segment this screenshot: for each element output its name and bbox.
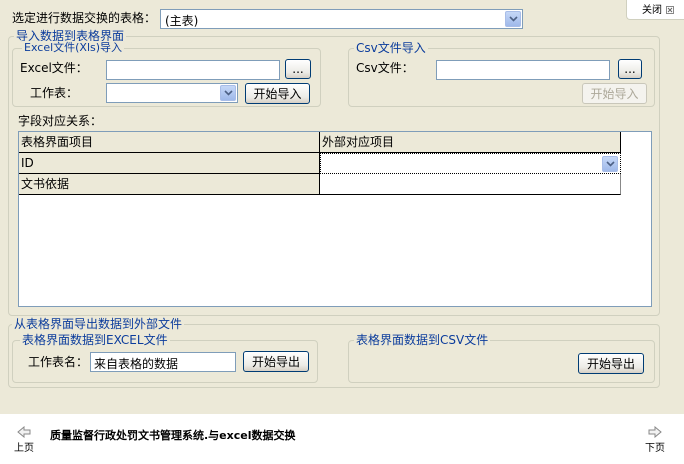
excel-sheet-label: 工作表：	[30, 86, 79, 100]
excel-file-label: Excel文件：	[20, 61, 88, 75]
close-icon	[666, 6, 674, 14]
csv-export-title: 表格界面数据到CSV文件	[354, 333, 491, 347]
row-external-select[interactable]	[320, 153, 621, 174]
mapping-grid: 表格界面项目 外部对应项目 ID 文书依据	[18, 131, 652, 307]
next-page-label: 下页	[645, 443, 665, 454]
excel-import-button[interactable]: 开始导入	[245, 83, 310, 104]
prev-page-button[interactable]: 上页	[12, 426, 36, 454]
column-header-external: 外部对应项目	[320, 132, 621, 153]
excel-export-title: 表格界面数据到EXCEL文件	[20, 333, 170, 347]
csv-export-button[interactable]: 开始导出	[578, 353, 644, 374]
arrow-right-icon	[648, 426, 662, 438]
close-label: 关闭	[642, 5, 662, 16]
export-group-title: 从表格界面导出数据到外部文件	[12, 317, 185, 331]
footer-caption: 质量监督行政处罚文书管理系统.与excel数据交换	[50, 429, 296, 442]
csv-browse-button[interactable]: ...	[618, 59, 642, 79]
table-row-item: 文书依据	[19, 174, 320, 195]
csv-file-input[interactable]	[436, 60, 610, 80]
table-select-value: (主表)	[165, 14, 199, 28]
table-row-external[interactable]	[320, 174, 621, 195]
excel-export-button[interactable]: 开始导出	[243, 351, 309, 372]
excel-sheet-select[interactable]	[106, 83, 238, 103]
arrow-left-icon	[17, 426, 31, 438]
table-select[interactable]: (主表)	[160, 9, 523, 29]
csv-import-title: Csv文件导入	[354, 41, 428, 55]
csv-import-button[interactable]: 开始导入	[582, 83, 647, 104]
next-page-button[interactable]: 下页	[643, 426, 667, 454]
column-header-item: 表格界面项目	[19, 132, 320, 153]
chevron-down-icon	[220, 85, 236, 101]
chevron-down-icon	[505, 11, 521, 27]
select-table-label: 选定进行数据交换的表格：	[12, 11, 157, 25]
excel-file-input[interactable]	[106, 60, 280, 80]
chevron-down-icon	[602, 156, 618, 172]
close-button[interactable]: 关闭	[626, 0, 684, 20]
table-row-item: ID	[19, 153, 320, 174]
export-sheet-input[interactable]: 来自表格的数据	[90, 352, 236, 372]
excel-import-title: Excel文件(Xls)导入	[22, 41, 125, 55]
excel-browse-button[interactable]: ...	[285, 59, 311, 79]
prev-page-label: 上页	[14, 443, 34, 454]
csv-file-label: Csv文件：	[356, 61, 414, 75]
footer-bar: 上页 质量监督行政处罚文书管理系统.与excel数据交换 下页	[0, 414, 684, 464]
mapping-title: 字段对应关系：	[18, 114, 103, 128]
export-sheet-label: 工作表名：	[28, 355, 89, 369]
